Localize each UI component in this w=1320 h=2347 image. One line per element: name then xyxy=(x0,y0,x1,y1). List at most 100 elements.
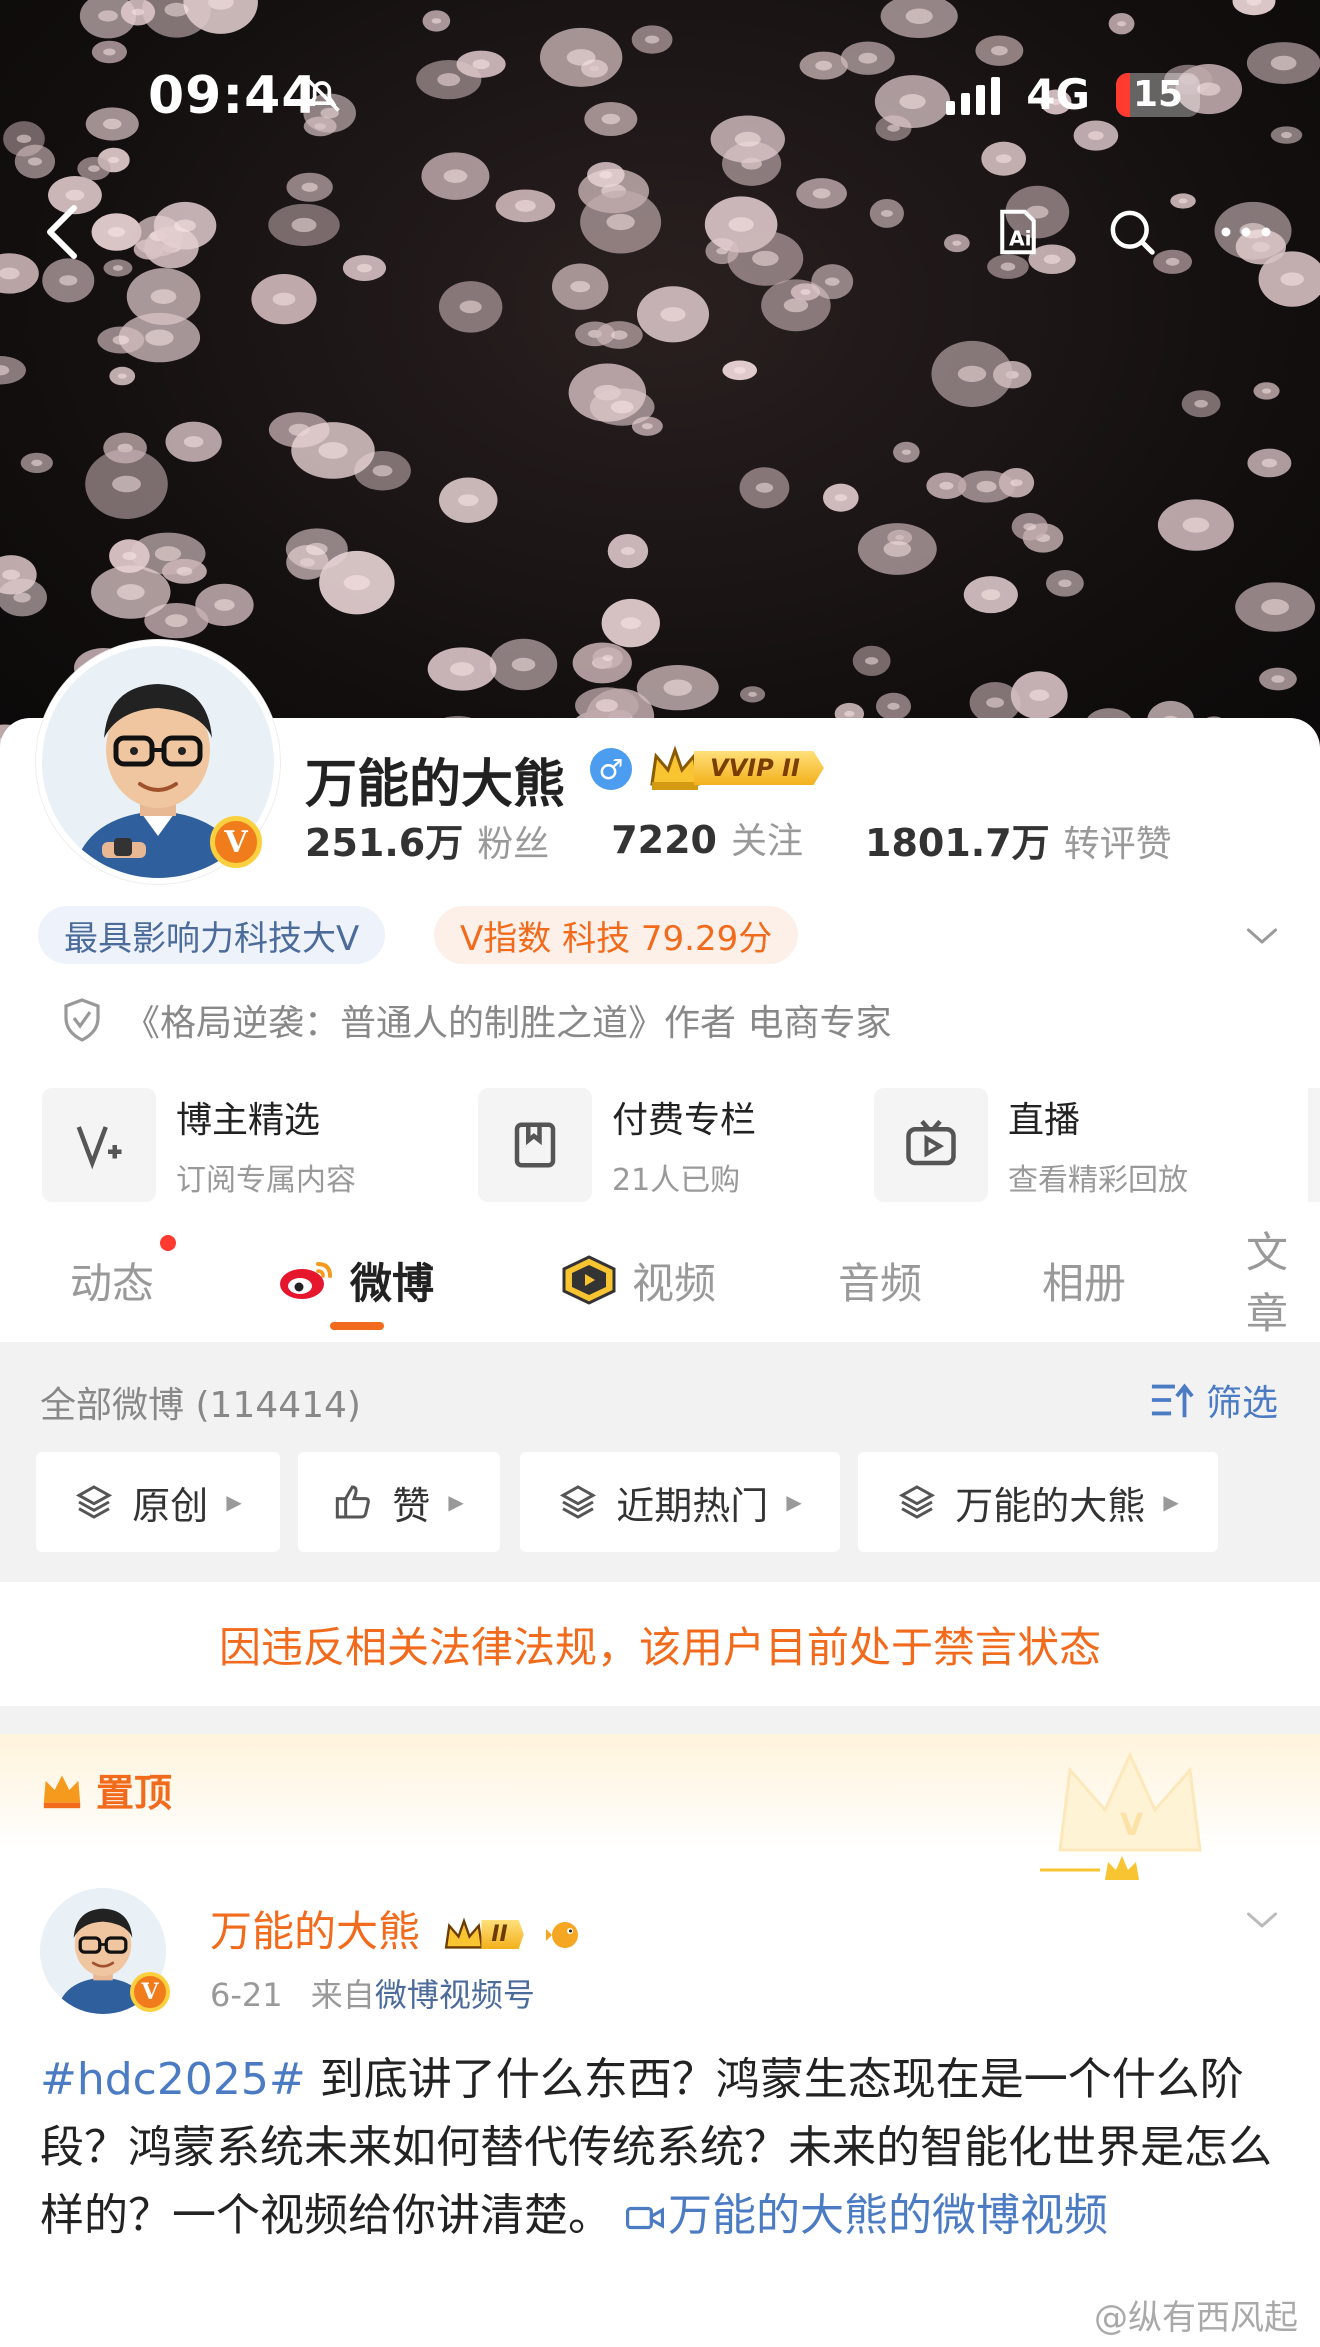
jellyfish xyxy=(539,27,623,87)
svg-text:Ai: Ai xyxy=(1009,227,1032,251)
post-source-prefix: 来自 xyxy=(310,1976,375,2014)
chip-arrow-icon: ▶ xyxy=(786,1490,802,1514)
chevron-down-icon[interactable] xyxy=(1244,918,1280,954)
jellyfish xyxy=(1181,390,1221,418)
jellyfish xyxy=(580,190,662,254)
chip-original[interactable]: 原创 ▶ xyxy=(36,1452,280,1552)
stat-label: 粉丝 xyxy=(477,824,550,865)
battery-icon: 15 xyxy=(1116,72,1200,117)
watermark: @纵有西风起 xyxy=(1094,2298,1298,2338)
jellyfish xyxy=(1157,499,1234,551)
shield-check-icon xyxy=(64,998,100,1042)
status-right: 4G 15 xyxy=(946,70,1200,119)
tab-feed[interactable]: 动态 xyxy=(70,1240,154,1320)
jellyfish xyxy=(77,156,111,181)
chip-likes[interactable]: 赞 ▶ xyxy=(298,1452,500,1552)
jellyfish xyxy=(840,41,895,75)
more-icon[interactable] xyxy=(1214,200,1278,264)
stat-value: 1801.7万 xyxy=(865,821,1050,865)
back-icon[interactable] xyxy=(30,200,94,264)
jellyfish xyxy=(342,255,387,281)
jellyfish xyxy=(268,203,340,247)
chip-trending[interactable]: 近期热门 ▶ xyxy=(520,1452,840,1552)
jellyfish xyxy=(1170,193,1196,209)
service-curated[interactable]: 博主精选订阅专属内容 xyxy=(42,1088,356,1202)
tab-album[interactable]: 相册 xyxy=(1042,1240,1126,1320)
profile-stats: 251.6万 粉丝 7220 关注 1801.7万 转评赞 xyxy=(305,812,1234,867)
pufferfish-icon xyxy=(546,1921,579,1948)
chip-arrow-icon: ▶ xyxy=(1163,1490,1179,1514)
jellyfish xyxy=(251,273,317,325)
author-vip-level: II xyxy=(481,1920,524,1949)
service-title: 博主精选 xyxy=(176,1100,321,1141)
video-link[interactable]: 万能的大熊的微博视频 xyxy=(626,2190,1108,2241)
jellyfish xyxy=(596,321,643,349)
post-hashtag[interactable]: #hdc2025# xyxy=(40,2054,306,2105)
stat-fans[interactable]: 251.6万 粉丝 xyxy=(305,812,549,867)
influence-tag[interactable]: 最具影响力科技大V xyxy=(38,906,386,964)
jellyfish xyxy=(852,645,891,676)
jellyfish xyxy=(14,144,56,179)
jellyfish xyxy=(1011,512,1048,541)
jellyfish xyxy=(103,259,133,277)
ai-icon[interactable]: Ai xyxy=(986,200,1050,264)
jellyfish xyxy=(1270,126,1303,144)
search-icon[interactable] xyxy=(1100,200,1164,264)
jellyfish xyxy=(427,647,497,691)
chip-author[interactable]: 万能的大熊 ▶ xyxy=(858,1452,1218,1552)
video-link-label: 万能的大熊的微博视频 xyxy=(668,2190,1108,2241)
male-gender-icon: ♂ xyxy=(590,748,632,790)
stat-interactions[interactable]: 1801.7万 转评赞 xyxy=(865,812,1172,867)
stat-following[interactable]: 7220 关注 xyxy=(611,812,803,867)
jellyfish xyxy=(727,231,804,286)
tv-play-icon xyxy=(874,1088,988,1202)
jellyfish xyxy=(20,452,53,474)
chip-arrow-icon: ▶ xyxy=(448,1490,464,1514)
crown-icon xyxy=(650,745,700,790)
tab-video[interactable]: 视频 xyxy=(560,1240,716,1320)
video-badge-icon xyxy=(562,1255,616,1305)
filter-button[interactable]: 筛选 xyxy=(1150,1374,1278,1426)
jellyfish xyxy=(799,51,848,80)
post-author-name[interactable]: 万能的大熊 xyxy=(210,1907,420,1956)
mute-bell-icon xyxy=(300,72,344,120)
jellyfish xyxy=(126,268,201,326)
service-subtitle: 查看精彩回放 xyxy=(1008,1163,1188,1198)
jellyfish xyxy=(1010,671,1068,720)
post-author-row: 万能的大熊 II xyxy=(210,1898,585,1959)
jellyfish xyxy=(285,528,348,570)
service-subtitle: 21人已购 xyxy=(612,1163,741,1198)
jellyfish xyxy=(601,598,660,648)
jellyfish xyxy=(587,162,625,188)
service-paid-column[interactable]: 付费专栏 21人已购 xyxy=(478,1088,756,1202)
jellyfish xyxy=(584,101,638,137)
jellyfish xyxy=(438,281,503,333)
tab-articles[interactable]: 文章 xyxy=(1246,1228,1320,1338)
jellyfish xyxy=(438,477,498,523)
network-label: 4G xyxy=(1026,70,1090,119)
crown-icon xyxy=(445,1916,484,1949)
filter-label: 筛选 xyxy=(1205,1383,1278,1424)
jellyfish xyxy=(85,107,139,141)
jellyfish xyxy=(551,263,609,310)
jellyfish xyxy=(963,576,1018,614)
jellyfish xyxy=(926,472,967,499)
vvip-badge[interactable]: VVIP II xyxy=(648,744,824,792)
bookmark-icon xyxy=(478,1088,592,1202)
jellyfish xyxy=(495,189,556,223)
jellyfish xyxy=(0,578,47,617)
v-index-tag[interactable]: V指数 科技 79.29分 xyxy=(434,906,799,964)
weibo-logo-icon xyxy=(280,1262,332,1299)
chip-label: 赞 xyxy=(392,1483,431,1528)
jellyfish xyxy=(1073,120,1119,151)
jellyfish xyxy=(489,638,558,691)
service-subtitle: 订阅专属内容 xyxy=(176,1163,356,1198)
chip-label: 原创 xyxy=(132,1483,209,1528)
service-live[interactable]: 直播 查看精彩回放 xyxy=(874,1088,1188,1202)
tab-audio[interactable]: 音频 xyxy=(838,1240,922,1320)
jellyfish xyxy=(91,40,127,64)
post-source[interactable]: 微博视频号 xyxy=(375,1976,535,2014)
tab-weibo[interactable]: 微博 xyxy=(278,1240,434,1320)
video-camera-icon xyxy=(626,2206,664,2230)
post-chevron-down-icon[interactable] xyxy=(1244,1902,1280,1942)
